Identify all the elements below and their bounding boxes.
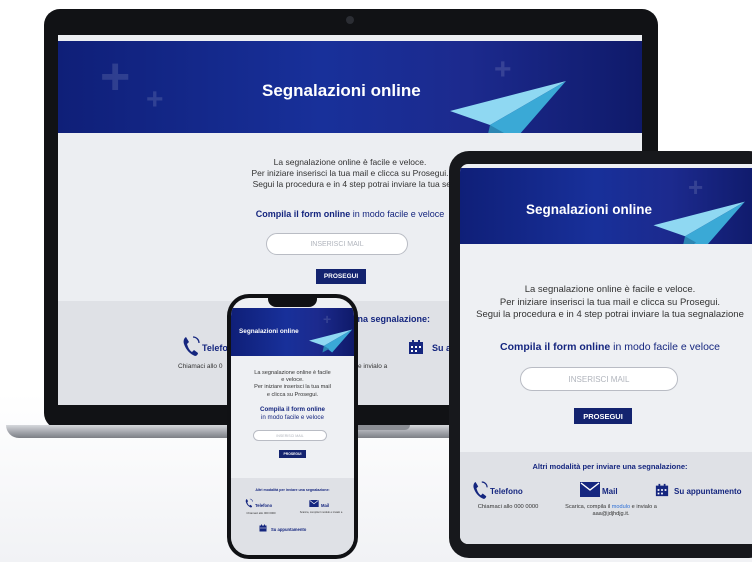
appointment-label: Su appuntamento xyxy=(674,487,742,496)
form-cta: Compila il form online in modo facile e … xyxy=(500,341,720,353)
hero-banner: + Segnalazioni online xyxy=(231,308,354,356)
phone-screen: + Segnalazioni online La segnalazione on… xyxy=(231,298,354,555)
phone-desc: Chiamaci allo 0 xyxy=(178,363,223,370)
mail-icon xyxy=(580,482,600,497)
prosegui-button[interactable]: PROSEGUI xyxy=(574,408,632,424)
page-title: Segnalazioni online xyxy=(262,81,421,100)
other-methods-title: Altri modalità per inviare una segnalazi… xyxy=(532,462,688,471)
phone-label: Telefono xyxy=(490,487,523,496)
paper-plane-icon xyxy=(653,201,745,244)
other-methods-title: Altri modalità per inviare una segnalazi… xyxy=(255,488,330,492)
device-mockup-scene: + + + Segnalazioni online La segnalazion… xyxy=(0,0,752,562)
prosegui-button[interactable]: PROSEGUI xyxy=(316,269,366,284)
calendar-icon xyxy=(409,340,423,354)
other-methods-title: una segnalazione: xyxy=(352,314,431,324)
calendar-icon xyxy=(655,483,669,497)
modulo-link[interactable]: modulo xyxy=(612,504,630,510)
phone-desc: Chiamaci allo 000 0000 xyxy=(477,504,539,510)
page-title: Segnalazioni online xyxy=(526,202,653,217)
page-title: Segnalazioni online xyxy=(239,328,299,335)
paper-plane-icon xyxy=(309,329,353,353)
intro-text: La segnalazione online è facile e veloce… xyxy=(254,370,331,398)
hero-banner: + + + Segnalazioni online xyxy=(58,41,642,133)
phone-label: Telefo xyxy=(202,343,228,353)
form-cta: Compila il form online in modo facile e … xyxy=(260,406,325,421)
plus-icon: + xyxy=(323,311,332,327)
calendar-icon xyxy=(259,524,267,532)
phone-desc: Chiamaci allo 000 0000 xyxy=(246,511,276,515)
plus-icon: + xyxy=(100,48,131,106)
mail-label: Mail xyxy=(602,487,618,496)
paper-plane-icon xyxy=(450,81,566,133)
mail-icon xyxy=(309,500,319,507)
phone-icon xyxy=(183,336,200,356)
plus-icon: + xyxy=(688,172,704,202)
intro-text: La segnalazione online è facile e veloce… xyxy=(476,284,744,320)
mail-desc: Scarica, compila il modulo e invialo a a… xyxy=(565,504,657,517)
email-input[interactable]: INSERISCI MAIL xyxy=(520,367,678,391)
phone-icon xyxy=(245,498,253,508)
mail-label: Mail xyxy=(321,503,330,508)
tablet-screen: + Segnalazioni online La segnalazione on… xyxy=(460,164,752,544)
plus-icon: + xyxy=(146,83,164,116)
hero-banner: + Segnalazioni online xyxy=(460,168,752,244)
email-input[interactable]: INSERISCI MAIL xyxy=(253,430,327,441)
email-input[interactable]: INSERISCI MAIL xyxy=(266,233,408,255)
phone-label: Telefono xyxy=(255,503,273,508)
prosegui-button[interactable]: PROSEGUI xyxy=(279,450,306,458)
mail-desc: e invialo a xyxy=(358,363,388,370)
phone-icon xyxy=(473,481,488,499)
laptop-camera xyxy=(346,16,354,24)
mail-desc: Scarica, compila il modulo e invialo a xyxy=(299,511,343,514)
phone-notch xyxy=(268,298,317,307)
appointment-label: Su appuntamento xyxy=(271,527,307,532)
